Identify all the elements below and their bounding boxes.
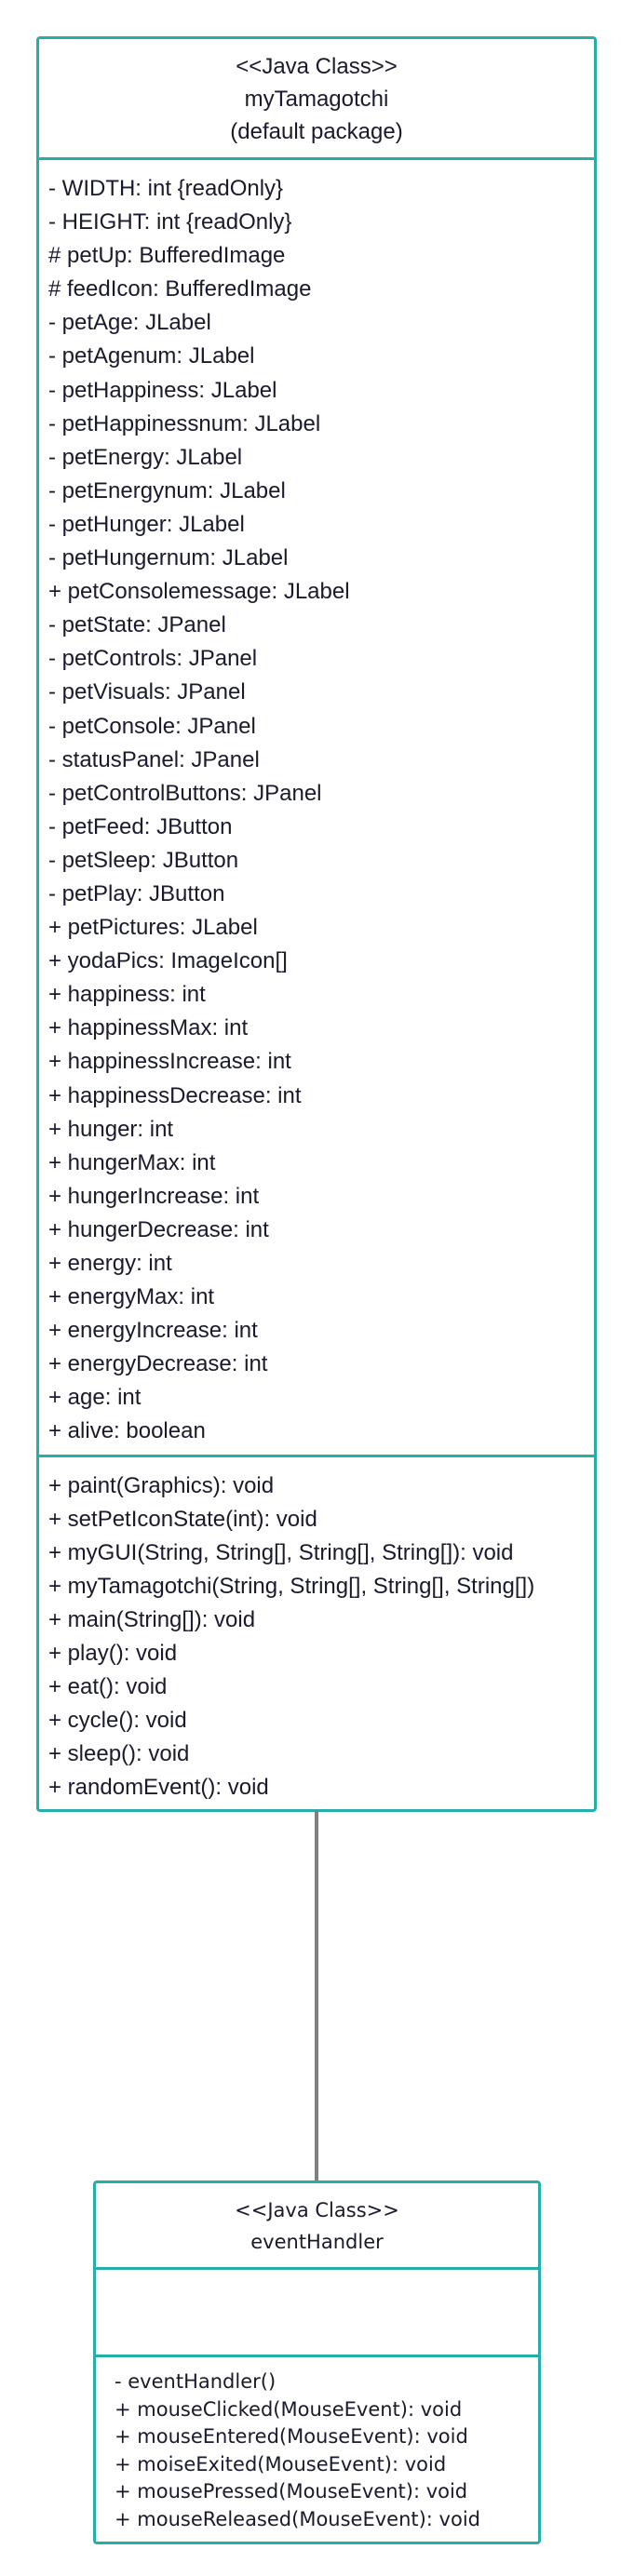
method-row: + mouseClicked(MouseEvent): void xyxy=(115,2397,463,2421)
attribute-row: - petFeed: JButton xyxy=(48,813,233,839)
method-row: + mouseReleased(MouseEvent): void xyxy=(115,2507,481,2530)
attribute-row: + hungerDecrease: int xyxy=(48,1216,269,1242)
attribute-row: - petVisuals: JPanel xyxy=(48,679,246,705)
attribute-row: + happiness: int xyxy=(48,982,206,1008)
method-row: + eat(): void xyxy=(48,1674,168,1699)
class-name: myTamagotchi xyxy=(244,87,389,112)
method-row: + moiseExited(MouseEvent): void xyxy=(115,2452,447,2475)
method-row: + play(): void xyxy=(48,1641,178,1666)
method-row: + setPetIconState(int): void xyxy=(48,1507,317,1532)
class-header: <<Java Class>> myTamagotchi (default pac… xyxy=(39,39,594,160)
attribute-row: # petUp: BufferedImage xyxy=(48,243,286,269)
class-package: (default package) xyxy=(230,119,403,144)
attribute-row: - petPlay: JButton xyxy=(48,880,225,906)
attribute-row: - HEIGHT: int {readOnly} xyxy=(48,209,292,235)
attribute-row: + energyMax: int xyxy=(48,1284,215,1310)
attribute-row: + petConsolemessage: JLabel xyxy=(48,579,350,605)
attribute-row: + happinessMax: int xyxy=(48,1015,249,1041)
method-row: - eventHandler() xyxy=(115,2370,277,2393)
method-row: + sleep(): void xyxy=(48,1741,190,1766)
attribute-row: - petEnergynum: JLabel xyxy=(48,477,286,503)
method-row: + myGUI(String, String[], String[], Stri… xyxy=(48,1540,514,1565)
method-row: + paint(Graphics): void xyxy=(48,1473,275,1498)
attribute-row: - petAgenum: JLabel xyxy=(48,343,255,369)
attribute-row: - petEnergy: JLabel xyxy=(48,444,243,470)
attribute-row: + happinessDecrease: int xyxy=(48,1082,302,1108)
attribute-row: + happinessIncrease: int xyxy=(48,1049,291,1075)
attribute-row: + hungerIncrease: int xyxy=(48,1183,260,1209)
attribute-row: - WIDTH: int {readOnly} xyxy=(48,176,284,201)
association-connector xyxy=(315,1810,318,2181)
attribute-row: - petHappiness: JLabel xyxy=(48,377,277,403)
attribute-row: # feedIcon: BufferedImage xyxy=(48,276,312,302)
attribute-row: - petState: JPanel xyxy=(48,612,226,638)
attributes-section xyxy=(96,2270,538,2357)
attribute-row: - petHunger: JLabel xyxy=(48,511,245,537)
methods-section: - eventHandler() + mouseClicked(MouseEven… xyxy=(96,2357,538,2533)
class-header: <<Java Class>> eventHandler xyxy=(96,2183,538,2270)
class-name: eventHandler xyxy=(250,2231,384,2253)
class-box-mytamagotchi[interactable]: <<Java Class>> myTamagotchi (default pac… xyxy=(36,36,597,1812)
attribute-row: + energyIncrease: int xyxy=(48,1318,258,1344)
method-row: + mouseEntered(MouseEvent): void xyxy=(115,2425,468,2448)
method-row: + randomEvent(): void xyxy=(48,1775,269,1800)
attribute-row: + age: int xyxy=(48,1385,142,1411)
class-box-eventhandler[interactable]: <<Java Class>> eventHandler - eventHandl… xyxy=(93,2180,541,2544)
attribute-row: - petAge: JLabel xyxy=(48,310,211,336)
class-stereotype: <<Java Class>> xyxy=(235,2199,399,2221)
attribute-row: - petHungernum: JLabel xyxy=(48,545,289,571)
method-row: + myTamagotchi(String, String[], String[… xyxy=(48,1574,535,1599)
attribute-row: + petPictures: JLabel xyxy=(48,915,258,941)
attribute-row: - petControls: JPanel xyxy=(48,646,258,672)
attribute-row: + hungerMax: int xyxy=(48,1149,216,1175)
method-row: + main(String[]): void xyxy=(48,1607,256,1632)
attribute-row: - petHappinessnum: JLabel xyxy=(48,410,321,436)
attribute-row: + yodaPics: ImageIcon[] xyxy=(48,948,288,974)
methods-section: + paint(Graphics): void + setPetIconState… xyxy=(39,1457,594,1805)
method-row: + cycle(): void xyxy=(48,1708,187,1733)
attribute-row: + energyDecrease: int xyxy=(48,1351,268,1377)
attribute-row: - petSleep: JButton xyxy=(48,847,239,873)
attribute-row: - petControlButtons: JPanel xyxy=(48,780,322,806)
attribute-row: - petConsole: JPanel xyxy=(48,713,256,739)
attribute-row: - statusPanel: JPanel xyxy=(48,746,260,772)
attribute-row: + alive: boolean xyxy=(48,1418,206,1444)
method-row: + mousePressed(MouseEvent): void xyxy=(115,2480,468,2502)
attribute-row: + energy: int xyxy=(48,1251,172,1276)
attributes-section: - WIDTH: int {readOnly} - HEIGHT: int {re… xyxy=(39,160,594,1457)
class-stereotype: <<Java Class>> xyxy=(236,54,398,79)
attribute-row: + hunger: int xyxy=(48,1116,174,1142)
